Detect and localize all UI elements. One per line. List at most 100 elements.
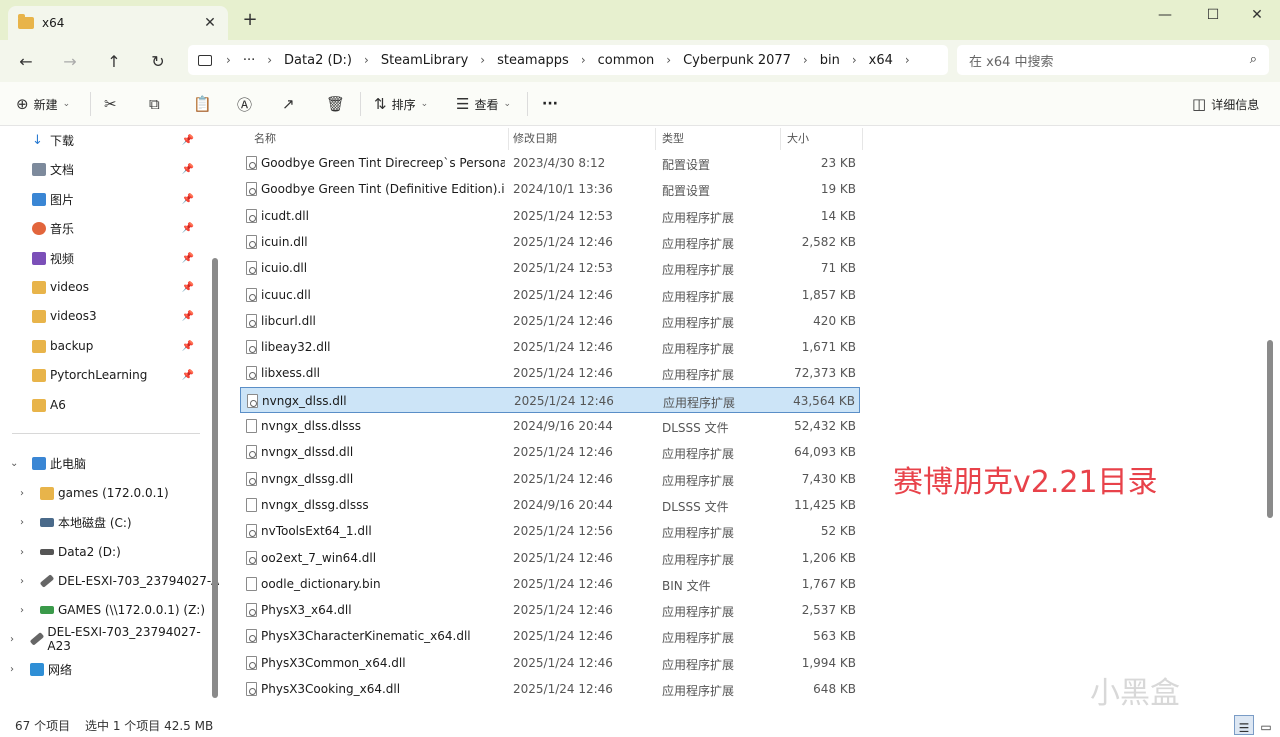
table-row[interactable]: PhysX3Cooking_x64.dll 2025/1/24 12:46 应用程序… — [240, 676, 860, 702]
table-row[interactable]: nvngx_dlss.dll 2025/1/24 12:46 应用程序扩展 43,56… — [240, 387, 860, 413]
file-date: 2025/1/24 12:46 — [513, 314, 613, 328]
address-bar[interactable]: › ··· › Data2 (D:) › SteamLibrary › stea… — [188, 45, 948, 75]
table-row[interactable]: PhysX3_x64.dll 2025/1/24 12:46 应用程序扩展 2,537… — [240, 597, 860, 623]
sidebar-item-local-disk-c[interactable]: › 本地磁盘 (C:) — [20, 509, 220, 535]
sidebar-item-this-pc[interactable]: ⌄ 此电脑 — [10, 450, 220, 476]
table-row[interactable]: PhysX3Common_x64.dll 2025/1/24 12:46 应用程序扩… — [240, 650, 860, 676]
breadcrumb-item[interactable]: steamapps — [497, 53, 569, 68]
file-type: 应用程序扩展 — [662, 368, 735, 382]
chevron-right-icon[interactable]: › — [20, 576, 32, 587]
sidebar-item-pytorchlearning[interactable]: PytorchLearning 📌 — [32, 362, 220, 388]
table-row[interactable]: nvngx_dlss.dlsss 2024/9/16 20:44 DLSSS 文件 5… — [240, 413, 860, 439]
new-button[interactable]: ⊕ 新建 ⌄ — [16, 92, 70, 116]
chevron-right-icon[interactable]: › — [20, 547, 32, 558]
table-row[interactable]: nvngx_dlssg.dll 2025/1/24 12:46 应用程序扩展 7,43… — [240, 466, 860, 492]
table-row[interactable]: PhysX3CharacterKinematic_x64.dll 2025/1/2… — [240, 623, 860, 649]
more-options-button[interactable]: ··· — [542, 92, 558, 116]
column-divider[interactable] — [862, 128, 863, 150]
table-row[interactable]: oodle_dictionary.bin 2025/1/24 12:46 BIN 文… — [240, 571, 860, 597]
table-row[interactable]: oo2ext_7_win64.dll 2025/1/24 12:46 应用程序扩展 1… — [240, 545, 860, 571]
breadcrumb-item[interactable]: Cyberpunk 2077 — [683, 53, 791, 68]
sidebar-item-usb-drive[interactable]: › DEL-ESXI-703_23794027-A2 — [20, 568, 220, 594]
up-button[interactable]: ↑ — [100, 48, 128, 74]
search-input[interactable]: 在 x64 中搜索 ⌕ — [957, 45, 1269, 75]
breadcrumb-item[interactable]: bin — [820, 53, 840, 68]
sort-button[interactable]: ⇅ 排序 ⌄ — [374, 92, 428, 116]
chevron-right-icon[interactable]: › — [20, 517, 32, 528]
sidebar-item-a6[interactable]: A6 — [32, 392, 220, 418]
file-type: 应用程序扩展 — [662, 605, 735, 619]
back-button[interactable]: ← — [12, 48, 40, 74]
forward-button[interactable]: → — [56, 48, 84, 74]
view-button[interactable]: ☰ 查看 ⌄ — [456, 92, 511, 116]
sidebar-item-network[interactable]: › 网络 — [10, 656, 220, 682]
table-row[interactable]: icuin.dll 2025/1/24 12:46 应用程序扩展 2,582 KB — [240, 229, 860, 255]
share-button[interactable]: ↗ — [282, 92, 300, 116]
sidebar-scrollbar[interactable] — [212, 258, 218, 698]
rename-button[interactable]: Ⓐ — [237, 92, 257, 116]
column-header-type[interactable]: 类型 — [652, 126, 776, 150]
delete-button[interactable]: 🗑 — [326, 92, 350, 116]
table-row[interactable]: nvngx_dlssd.dll 2025/1/24 12:46 应用程序扩展 64,0… — [240, 439, 860, 465]
close-window-button[interactable]: ✕ — [1234, 0, 1280, 30]
sidebar-item-videos[interactable]: 视频 📌 — [32, 245, 220, 271]
breadcrumb-item[interactable]: SteamLibrary — [381, 53, 468, 68]
details-view-button[interactable]: ☰ — [1234, 715, 1254, 735]
table-row[interactable]: libeay32.dll 2025/1/24 12:46 应用程序扩展 1,671 K… — [240, 334, 860, 360]
sidebar-item-pictures[interactable]: 图片 📌 — [32, 186, 220, 212]
column-header-date[interactable]: 修改日期 — [503, 126, 653, 150]
table-row[interactable]: Goodbye Green Tint Direcreep`s Personal … — [240, 150, 860, 176]
sidebar-item-label: 网络 — [48, 662, 73, 677]
sidebar-item-games-share[interactable]: › games (172.0.0.1) — [20, 480, 220, 506]
table-row[interactable]: Goodbye Green Tint (Definitive Edition).… — [240, 176, 860, 202]
table-row[interactable]: libxess.dll 2025/1/24 12:46 应用程序扩展 72,373 K… — [240, 360, 860, 386]
sidebar-item-videos-folder[interactable]: videos 📌 — [32, 274, 220, 300]
copy-button[interactable]: ⧉ — [149, 92, 165, 116]
sidebar-item-music[interactable]: 音乐 📌 — [32, 215, 220, 241]
tab-close-icon[interactable]: ✕ — [202, 15, 218, 31]
chevron-right-icon[interactable]: › — [10, 634, 22, 645]
sidebar-item-label: DEL-ESXI-703_23794027-A2 — [58, 574, 220, 588]
breadcrumb-item[interactable]: Data2 (D:) — [284, 53, 352, 68]
sidebar-item-backup[interactable]: backup 📌 — [32, 333, 220, 359]
sidebar-item-downloads[interactable]: ↓ 下载 📌 — [32, 127, 220, 153]
column-header-name[interactable]: 名称 ^ — [244, 126, 508, 150]
table-row[interactable]: nvToolsExt64_1.dll 2025/1/24 12:56 应用程序扩展 5… — [240, 518, 860, 544]
minimize-button[interactable]: — — [1142, 0, 1188, 30]
table-row[interactable]: libcurl.dll 2025/1/24 12:46 应用程序扩展 420 KB — [240, 308, 860, 334]
sidebar-item-usb-root[interactable]: › DEL-ESXI-703_23794027-A23 — [10, 625, 220, 653]
table-row[interactable]: icuuc.dll 2025/1/24 12:46 应用程序扩展 1,857 KB — [240, 282, 860, 308]
chevron-right-icon[interactable]: › — [20, 488, 32, 499]
tiles-view-button[interactable]: ▭ — [1256, 715, 1276, 735]
selection-info: 选中 1 个项目 42.5 MB — [85, 719, 214, 733]
chevron-right-icon: › — [802, 53, 808, 67]
tab-x64[interactable]: x64 ✕ — [8, 6, 228, 40]
chevron-right-icon[interactable]: › — [10, 664, 22, 675]
sidebar-item-label: videos — [50, 280, 90, 294]
breadcrumb-item[interactable]: x64 — [869, 53, 893, 68]
column-header-size[interactable]: 大小 — [777, 126, 861, 150]
chevron-right-icon[interactable]: › — [905, 53, 910, 67]
details-pane-button[interactable]: ◫ 详细信息 — [1192, 92, 1259, 116]
divider — [360, 92, 361, 116]
sidebar-item-data2-d[interactable]: › Data2 (D:) — [20, 539, 220, 565]
maximize-button[interactable]: ☐ — [1190, 0, 1236, 30]
table-row[interactable]: icudt.dll 2025/1/24 12:53 应用程序扩展 14 KB — [240, 203, 860, 229]
breadcrumb-item[interactable]: common — [598, 53, 655, 68]
table-row[interactable]: icuio.dll 2025/1/24 12:53 应用程序扩展 71 KB — [240, 255, 860, 281]
refresh-button[interactable]: ↻ — [144, 48, 172, 74]
folder-icon — [32, 398, 46, 412]
file-type: 应用程序扩展 — [662, 237, 735, 251]
sidebar-item-games-z[interactable]: › GAMES (\\172.0.0.1) (Z:) — [20, 597, 220, 623]
item-count: 67 个项目 — [15, 719, 71, 733]
chevron-right-icon[interactable]: › — [20, 605, 32, 616]
paste-button[interactable]: 📋 — [193, 92, 217, 116]
new-tab-button[interactable]: + — [240, 10, 260, 30]
file-list-scrollbar[interactable] — [1267, 340, 1273, 518]
sidebar-item-videos3[interactable]: videos3 📌 — [32, 303, 220, 329]
cut-button[interactable]: ✂ — [104, 92, 122, 116]
table-row[interactable]: nvngx_dlssg.dlsss 2024/9/16 20:44 DLSSS 文件… — [240, 492, 860, 518]
file-name: libeay32.dll — [261, 340, 331, 354]
more-crumbs-icon[interactable]: ··· — [243, 53, 255, 68]
sidebar-item-documents[interactable]: 文档 📌 — [32, 156, 220, 182]
